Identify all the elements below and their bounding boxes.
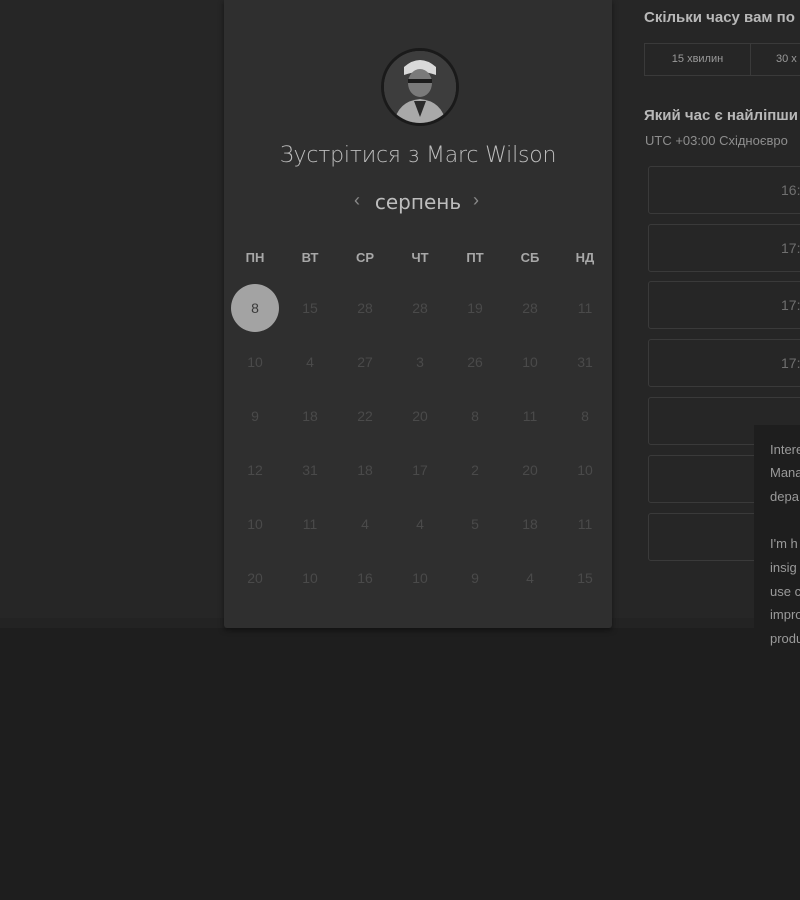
calendar-day[interactable]: 18 (286, 392, 334, 440)
time-heading: Який час є найліпши (644, 107, 799, 124)
calendar-day[interactable]: 4 (286, 338, 334, 386)
calendar-day[interactable]: 15 (561, 554, 609, 602)
calendar-day[interactable]: 9 (231, 392, 279, 440)
duration-30-button[interactable]: 30 х (751, 44, 800, 75)
bio-line: I'm h (770, 536, 798, 551)
calendar-day[interactable]: 10 (561, 446, 609, 494)
weekday-mon: ПН (245, 250, 265, 265)
calendar-day[interactable]: 28 (341, 284, 389, 332)
calendar-day[interactable]: 11 (506, 392, 554, 440)
calendar-day[interactable]: 18 (506, 500, 554, 548)
calendar-day[interactable]: 18 (341, 446, 389, 494)
calendar-day[interactable]: 22 (341, 392, 389, 440)
host-avatar (381, 48, 459, 126)
calendar-day[interactable]: 8 (451, 392, 499, 440)
calendar-day[interactable]: 11 (561, 500, 609, 548)
calendar-day[interactable]: 10 (506, 338, 554, 386)
next-month-button[interactable]: › (473, 190, 479, 211)
time-slot[interactable]: 17: (648, 281, 800, 329)
duration-heading: Скільки часу вам по (644, 9, 795, 26)
weekday-sat: СБ (520, 250, 540, 265)
calendar-day[interactable]: 16 (341, 554, 389, 602)
weekday-thu: ЧТ (411, 250, 429, 265)
month-label: серпень (374, 190, 462, 214)
host-bio-popup: Intere Mana depa I'm h insig use c impro… (754, 425, 800, 675)
bio-line: use c (770, 584, 800, 599)
time-slot-label: 16: (781, 182, 800, 198)
calendar-day[interactable]: 27 (341, 338, 389, 386)
duration-options: 15 хвилин 30 х (644, 43, 800, 76)
meeting-title: Зустрітися з Marc Wilson (279, 143, 557, 168)
calendar-day[interactable]: 4 (341, 500, 389, 548)
calendar-day[interactable]: 12 (231, 446, 279, 494)
time-slot[interactable]: 17: (648, 339, 800, 387)
calendar-day[interactable]: 28 (506, 284, 554, 332)
calendar-day[interactable]: 5 (451, 500, 499, 548)
time-slot-label: 17: (781, 240, 800, 256)
calendar-day[interactable]: 20 (231, 554, 279, 602)
calendar-day[interactable]: 10 (231, 338, 279, 386)
calendar-day[interactable]: 3 (396, 338, 444, 386)
bio-line: impro (770, 607, 800, 622)
calendar-day[interactable]: 31 (561, 338, 609, 386)
calendar-day[interactable]: 31 (286, 446, 334, 494)
calendar-day[interactable]: 20 (506, 446, 554, 494)
calendar-day[interactable]: 10 (286, 554, 334, 602)
weekday-tue: ВТ (301, 250, 319, 265)
time-slot-label: 17: (781, 355, 800, 371)
duration-15-button[interactable]: 15 хвилин (645, 44, 751, 75)
timezone-label: UTC +03:00 Східноєвро (645, 133, 788, 148)
calendar-day[interactable]: 9 (451, 554, 499, 602)
calendar-day[interactable]: 10 (231, 500, 279, 548)
month-navigation: ‹ серпень › (224, 188, 612, 218)
bio-line: insig (770, 560, 797, 575)
calendar-day-selected[interactable]: 8 (231, 284, 279, 332)
calendar-day[interactable]: 17 (396, 446, 444, 494)
calendar-day[interactable]: 2 (451, 446, 499, 494)
bio-line: Mana (770, 465, 800, 480)
calendar-day[interactable]: 26 (451, 338, 499, 386)
bio-line: produ (770, 631, 800, 646)
weekday-wed: СР (355, 250, 375, 265)
calendar-day[interactable]: 19 (451, 284, 499, 332)
calendar-day[interactable]: 4 (396, 500, 444, 548)
calendar-day[interactable]: 15 (286, 284, 334, 332)
weekday-sun: НД (575, 250, 595, 265)
time-slot-label: 17: (781, 297, 800, 313)
calendar-day[interactable]: 28 (396, 284, 444, 332)
weekday-fri: ПТ (466, 250, 484, 265)
time-slot[interactable]: 17: (648, 224, 800, 272)
calendar-day[interactable]: 4 (506, 554, 554, 602)
calendar-day[interactable]: 20 (396, 392, 444, 440)
calendar-day[interactable]: 8 (561, 392, 609, 440)
calendar-day[interactable]: 11 (286, 500, 334, 548)
person-photo-icon (384, 51, 456, 123)
bio-line: depa (770, 489, 799, 504)
calendar-day[interactable]: 11 (561, 284, 609, 332)
bio-line: Intere (770, 442, 800, 457)
time-slot[interactable]: 16: (648, 166, 800, 214)
calendar-day[interactable]: 10 (396, 554, 444, 602)
